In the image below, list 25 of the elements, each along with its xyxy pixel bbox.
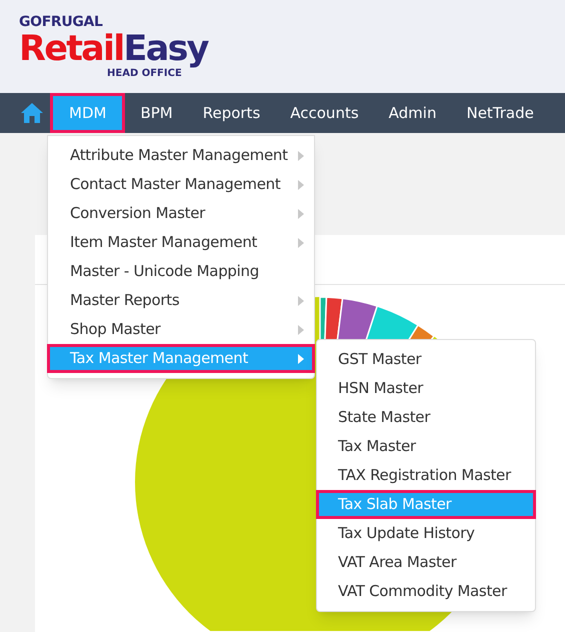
submenu-item[interactable]: HSN Master bbox=[317, 374, 535, 403]
submenu-item[interactable]: GST Master bbox=[317, 345, 535, 374]
nav-tab[interactable]: Accounts bbox=[275, 93, 374, 133]
nav-tab[interactable]: Reports bbox=[188, 93, 276, 133]
menu-item[interactable]: Item Master Management bbox=[48, 228, 314, 257]
menu-item[interactable]: Attribute Master Management bbox=[48, 141, 314, 170]
edition-label: HEAD OFFICE bbox=[107, 68, 183, 79]
submenu-item[interactable]: State Master bbox=[317, 403, 535, 432]
submenu-item[interactable]: VAT Commodity Master bbox=[317, 577, 535, 606]
submenu-item[interactable]: TAX Registration Master bbox=[317, 461, 535, 490]
submenu-item[interactable]: Tax Master bbox=[317, 432, 535, 461]
submenu-item[interactable]: Tax Update History bbox=[317, 519, 535, 548]
nav-tab[interactable]: BPM bbox=[125, 93, 188, 133]
menu-item[interactable]: Master - Unicode Mapping bbox=[48, 257, 314, 286]
home-icon[interactable] bbox=[20, 102, 44, 124]
nav-tab[interactable]: Admin bbox=[374, 93, 452, 133]
submenu-item[interactable]: VAT Area Master bbox=[317, 548, 535, 577]
menu-item[interactable]: Contact Master Management bbox=[48, 170, 314, 199]
menu-item[interactable]: Master Reports bbox=[48, 286, 314, 315]
nav-tab[interactable]: NetTrade bbox=[451, 93, 549, 133]
product-name-first: Retail bbox=[19, 30, 124, 68]
product-name-second: Easy bbox=[124, 30, 208, 68]
menu-item[interactable]: Conversion Master bbox=[48, 199, 314, 228]
menu-item[interactable]: Shop Master bbox=[48, 315, 314, 344]
company-logo-text: GOFRUGAL bbox=[19, 14, 104, 30]
